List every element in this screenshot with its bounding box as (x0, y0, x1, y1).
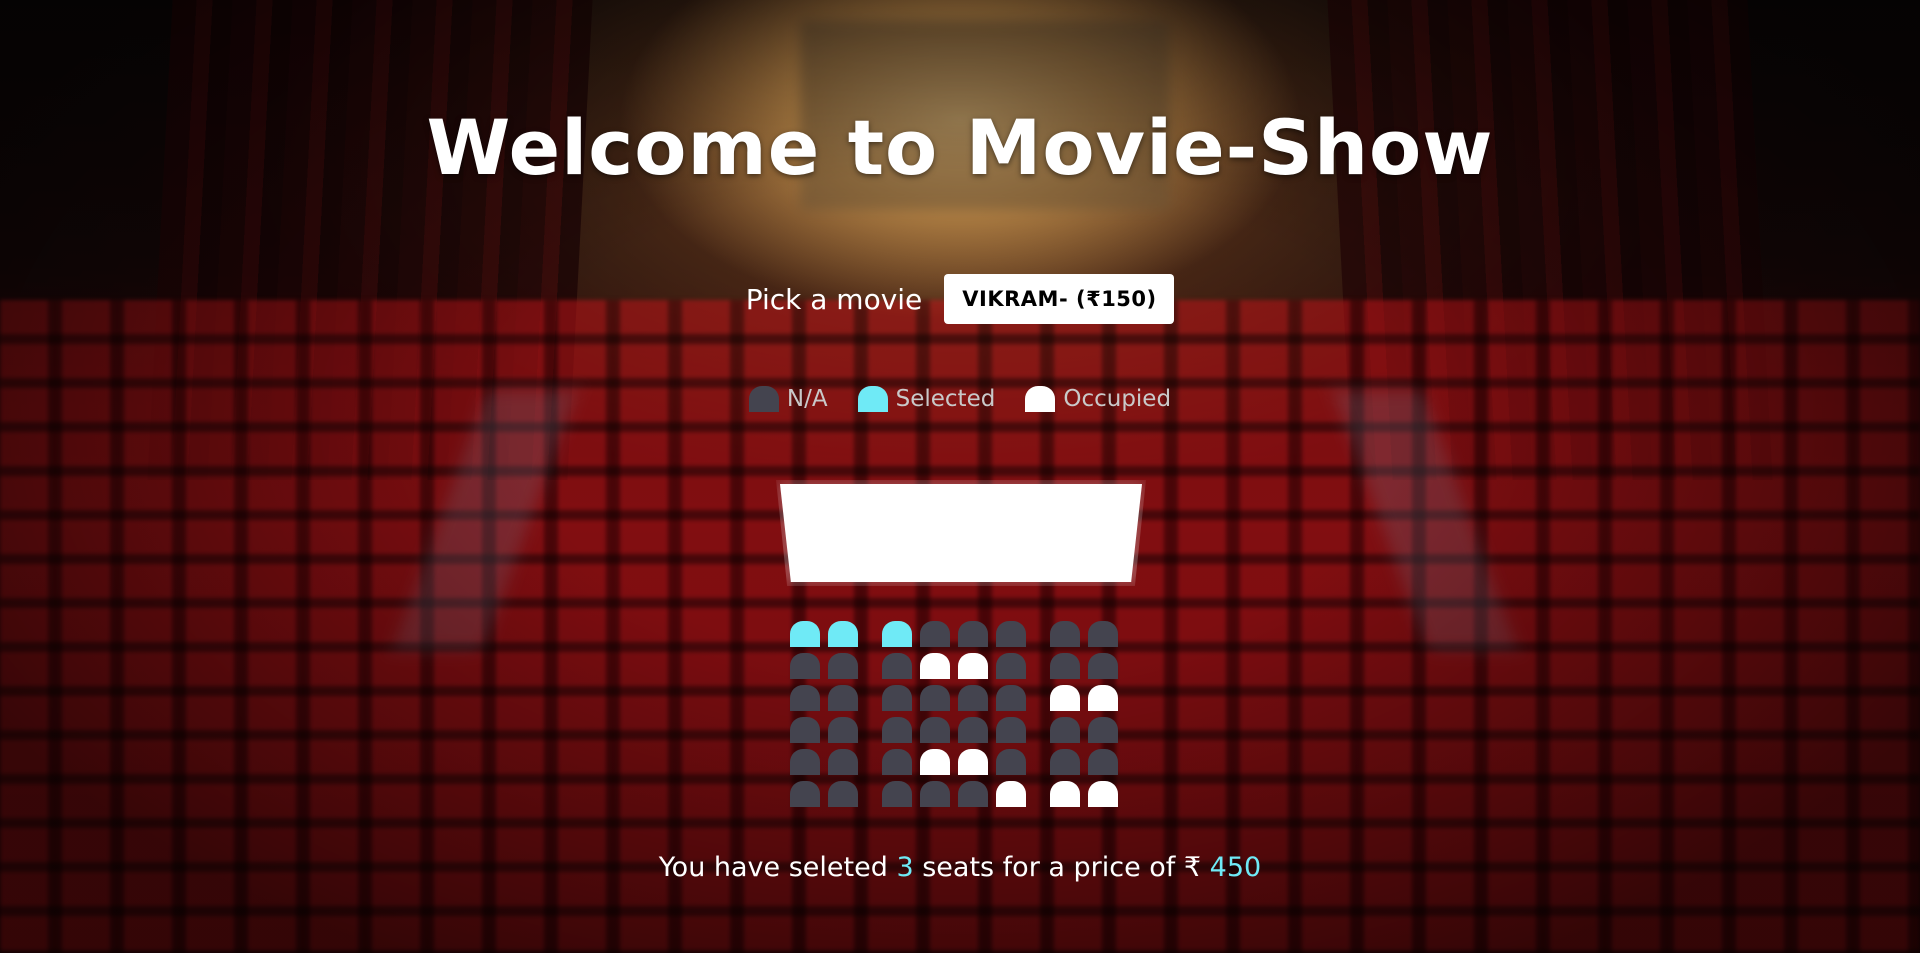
seat-na[interactable] (828, 653, 858, 679)
seat-na-icon (748, 386, 779, 412)
seat-na[interactable] (1050, 621, 1080, 647)
seat-selected[interactable] (828, 621, 858, 647)
seat-na[interactable] (790, 653, 820, 679)
seat-na[interactable] (958, 781, 988, 807)
movie-picker: Pick a movie VIKRAM- (₹150) (0, 274, 1920, 324)
seat-occupied (958, 653, 988, 679)
legend-item-na: N/A (748, 386, 828, 412)
cinema-screen (780, 484, 1142, 582)
seat-row (790, 781, 1126, 813)
seat-na[interactable] (828, 749, 858, 775)
seat-grid (790, 621, 1126, 813)
seat-na[interactable] (996, 749, 1026, 775)
booking-summary: You have seleted 3 seats for a price of … (0, 852, 1920, 883)
seat-na[interactable] (996, 685, 1026, 711)
seat-na[interactable] (828, 781, 858, 807)
movie-picker-label: Pick a movie (745, 282, 923, 316)
seat-na[interactable] (828, 685, 858, 711)
seat-na[interactable] (958, 621, 988, 647)
seat-na[interactable] (882, 653, 912, 679)
selected-count: 3 (896, 852, 914, 883)
total-price: 450 (1209, 852, 1262, 883)
seat-na[interactable] (920, 685, 950, 711)
main-content: Welcome to Movie-Show Pick a movie VIKRA… (0, 0, 1920, 953)
seat-na[interactable] (882, 685, 912, 711)
legend-item-selected: Selected (857, 386, 996, 412)
seat-occupied (1088, 685, 1118, 711)
seat-row (790, 685, 1126, 717)
seat-na[interactable] (958, 685, 988, 711)
seat-na[interactable] (920, 621, 950, 647)
seat-row (790, 717, 1126, 749)
legend-label: N/A (786, 386, 828, 412)
seat-occupied-icon (1025, 386, 1056, 412)
seat-occupied (1088, 781, 1118, 807)
seat-occupied (1050, 781, 1080, 807)
seat-na[interactable] (1088, 621, 1118, 647)
seat-na[interactable] (790, 781, 820, 807)
seat-na[interactable] (958, 717, 988, 743)
seat-na[interactable] (1088, 717, 1118, 743)
seat-na[interactable] (996, 621, 1026, 647)
seat-na[interactable] (1050, 717, 1080, 743)
seat-na[interactable] (790, 717, 820, 743)
seat-na[interactable] (1050, 749, 1080, 775)
seat-na[interactable] (882, 749, 912, 775)
seat-na[interactable] (1050, 653, 1080, 679)
seat-na[interactable] (1088, 653, 1118, 679)
seat-na[interactable] (790, 749, 820, 775)
seat-na[interactable] (996, 717, 1026, 743)
seat-na[interactable] (828, 717, 858, 743)
seat-legend: N/A Selected Occupied (0, 386, 1920, 412)
seat-row (790, 653, 1126, 685)
seat-occupied (958, 749, 988, 775)
seat-occupied (920, 653, 950, 679)
seat-na[interactable] (920, 781, 950, 807)
legend-label: Occupied (1063, 386, 1172, 412)
page-title: Welcome to Movie-Show (426, 103, 1494, 192)
seat-occupied (920, 749, 950, 775)
seat-row (790, 749, 1126, 781)
seat-selected[interactable] (882, 621, 912, 647)
summary-middle: seats for a price of ₹ (922, 852, 1202, 883)
legend-item-occupied: Occupied (1025, 386, 1171, 412)
seat-na[interactable] (920, 717, 950, 743)
seat-selected[interactable] (790, 621, 820, 647)
seat-selected-icon (857, 386, 888, 412)
seat-na[interactable] (882, 781, 912, 807)
seat-na[interactable] (790, 685, 820, 711)
seat-na[interactable] (1088, 749, 1118, 775)
summary-prefix: You have seleted (658, 852, 888, 883)
seat-na[interactable] (882, 717, 912, 743)
seat-na[interactable] (996, 653, 1026, 679)
seat-row (790, 621, 1126, 653)
movie-select[interactable]: VIKRAM- (₹150) (944, 274, 1175, 324)
seat-occupied (996, 781, 1026, 807)
seat-occupied (1050, 685, 1080, 711)
legend-label: Selected (895, 386, 996, 412)
